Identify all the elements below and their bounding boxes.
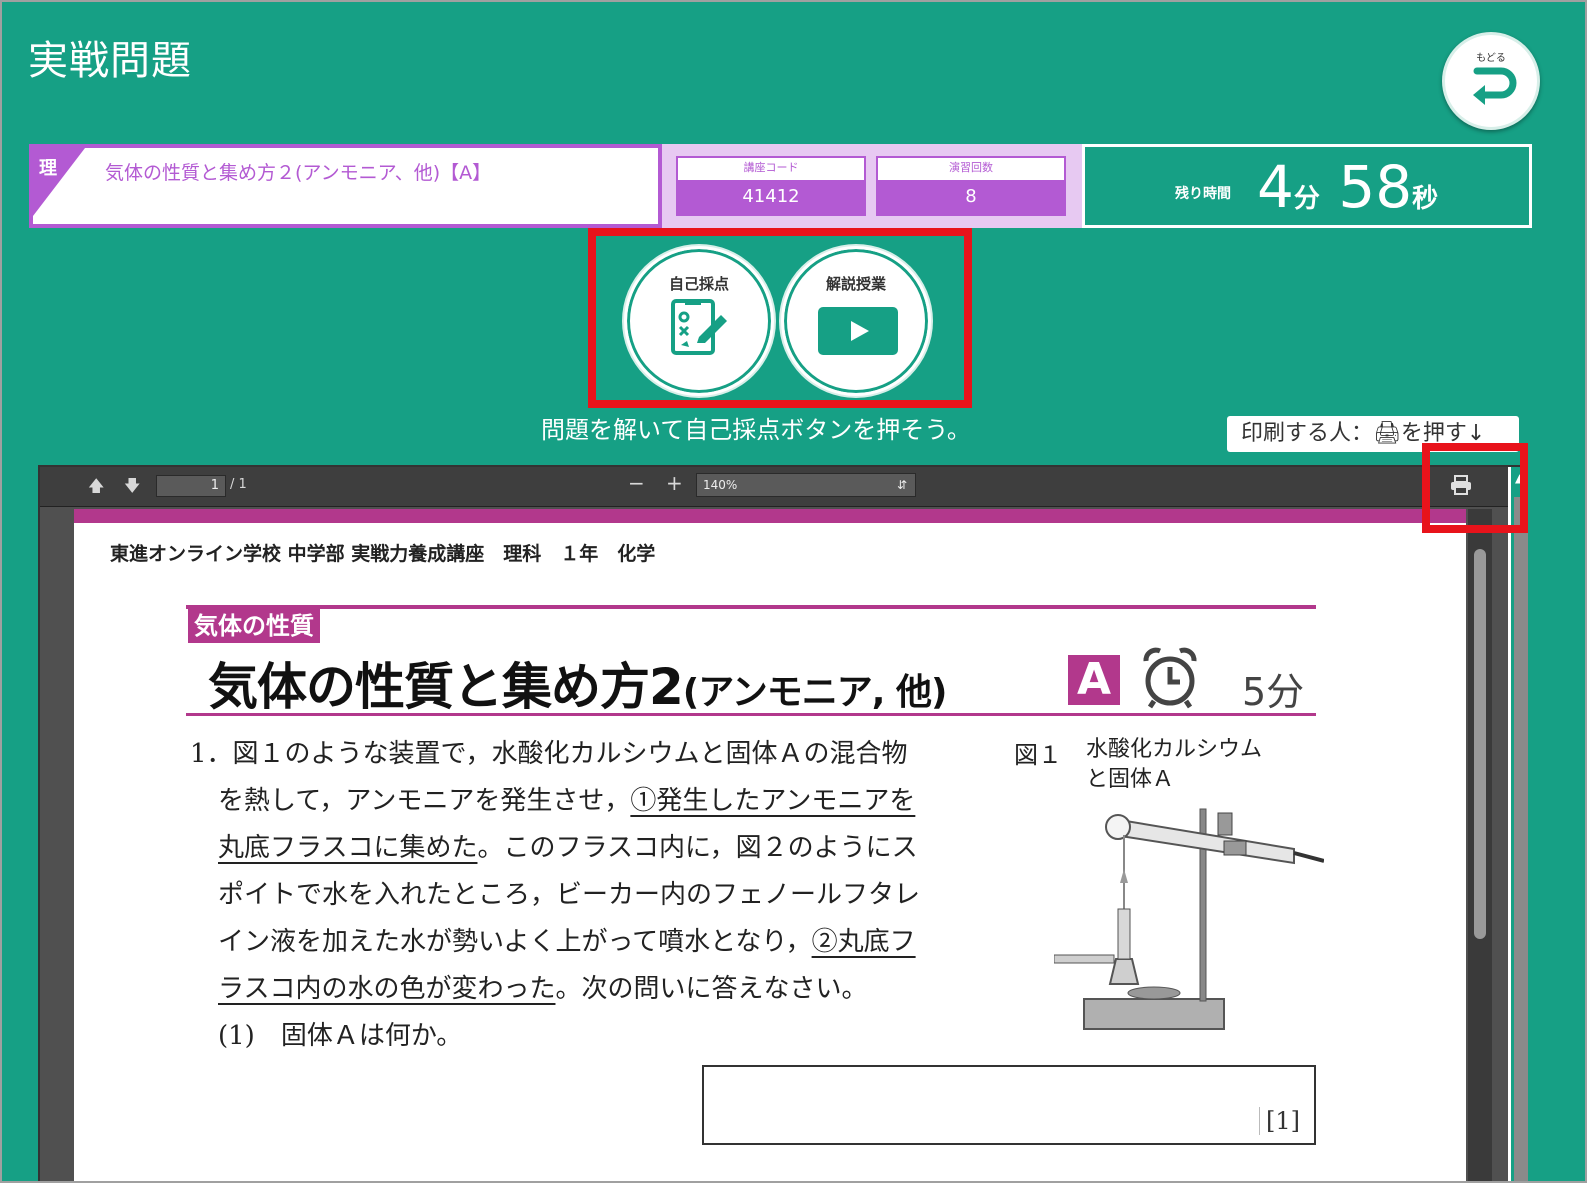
remaining-time: 残り時間 4分 58秒 <box>1082 144 1532 228</box>
page-total: / 1 <box>230 477 247 492</box>
zoom-select[interactable]: 140% ⇵ <box>696 473 916 497</box>
answer-number: [1] <box>1259 1107 1300 1135</box>
page-number-input[interactable]: 1 <box>156 475 226 497</box>
course-code-label: 講座コード <box>743 161 799 174</box>
problem-title-main: 気体の性質と集め方2 <box>208 658 684 716</box>
remaining-time-label: 残り時間 <box>1175 186 1231 202</box>
problem-title: 気体の性質と集め方2(アンモニア, 他) <box>208 647 948 719</box>
underline-1-cont: 丸底フラスコに集めた <box>218 833 478 863</box>
course-info-bar: 理 気体の性質と集め方２(アンモニア、他)【A】 講座コード 41412 演習回… <box>29 144 1082 228</box>
zoom-value: 140% <box>703 478 738 492</box>
return-arrow-icon <box>1473 67 1517 105</box>
question-body: 1．図１のような装置で，水酸化カルシウムと固体Ａの混合物 を熱して，アンモニアを… <box>190 731 970 1060</box>
instruction-text: 問題を解いて自己採点ボタンを押そう。 <box>541 416 971 444</box>
category-rule <box>186 605 1316 609</box>
back-button-label: もどる <box>1476 53 1506 64</box>
underline-2: ②丸底フ <box>811 927 916 957</box>
level-badge: A <box>1068 655 1120 705</box>
answer-box-1[interactable]: [1] <box>702 1065 1316 1145</box>
document-header: 東進オンライン学校 中学部 実戦力養成講座 理科 １年 化学 <box>110 543 656 565</box>
app-frame: 実戦問題 もどる 理 気体の性質と集め方２(アンモニア、他)【A】 講座コード … <box>0 0 1587 1183</box>
question-line: ラスコ内の水の色が変わった。次の問いに答えなさい。 <box>218 974 868 1004</box>
pdf-viewer: 🡅 🡇 1 / 1 − + 140% ⇵ 東進オンライン学校 中学部 実戦力養成… <box>38 465 1530 1181</box>
lab-apparatus-illustration <box>1054 808 1324 1030</box>
page-title: 実戦問題 <box>28 38 192 84</box>
page-top-band <box>74 509 1466 523</box>
question-line: 丸底フラスコに集めた。このフラスコ内に，図２のようにス <box>218 833 918 863</box>
previous-page-icon[interactable]: 🡅 <box>88 475 104 502</box>
figure-caption-line: 水酸化カルシウム <box>1086 737 1263 762</box>
alarm-clock-icon <box>1143 647 1197 709</box>
course-title: 気体の性質と集め方２(アンモニア、他)【A】 <box>105 162 492 184</box>
remaining-time-value: 4分 58秒 <box>1257 153 1438 221</box>
question-line: ポイトで水を入れたところ，ビーカー内のフェノールフタレ <box>218 880 921 910</box>
highlight-box-print <box>1422 443 1528 533</box>
practice-count-label: 演習回数 <box>949 161 993 174</box>
practice-count-badge: 演習回数 8 <box>876 156 1066 216</box>
question-line: 1．図１のような装置で，水酸化カルシウムと固体Ａの混合物 <box>190 739 908 769</box>
underline-2-cont: ラスコ内の水の色が変わった <box>218 974 556 1004</box>
course-meta: 講座コード 41412 演習回数 8 <box>658 144 1082 228</box>
question-line: を熱して，アンモニアを発生させ，①発生したアンモニアを <box>218 786 916 816</box>
highlight-box-actions <box>588 228 972 408</box>
outer-scrollbar-thumb[interactable] <box>1514 497 1528 1181</box>
pdf-scrollbar[interactable] <box>1468 509 1492 1181</box>
outer-scrollbar[interactable]: ▲ <box>1508 467 1530 1181</box>
problem-title-sub: (アンモニア, 他) <box>682 672 948 713</box>
back-button[interactable]: もどる <box>1442 32 1540 130</box>
question-line: イン液を加えた水が勢いよく上がって噴水となり，②丸底フ <box>218 927 916 957</box>
zoom-out-icon[interactable]: − <box>628 471 645 495</box>
practice-count-value: 8 <box>878 180 1064 214</box>
zoom-in-icon[interactable]: + <box>666 471 683 495</box>
timer-seconds-unit: 秒 <box>1412 184 1439 214</box>
chevron-updown-icon: ⇵ <box>896 478 907 492</box>
figure-label: 図１ <box>1014 741 1062 769</box>
sub-question-1: (1) 固体Ａは何か。 <box>218 1021 463 1051</box>
category-tag: 気体の性質 <box>188 609 320 643</box>
timer-seconds: 58 <box>1338 153 1413 221</box>
time-limit: 5分 <box>1242 670 1305 714</box>
course-code-badge: 講座コード 41412 <box>676 156 866 216</box>
underline-1: ①発生したアンモニアを <box>630 786 916 816</box>
timer-minutes: 4 <box>1257 153 1294 221</box>
pdf-toolbar: 🡅 🡇 1 / 1 − + 140% ⇵ <box>40 467 1526 507</box>
pdf-page: 東進オンライン学校 中学部 実戦力養成講座 理科 １年 化学 気体の性質 気体の… <box>74 509 1466 1181</box>
course-code-value: 41412 <box>678 180 864 214</box>
pdf-scrollbar-thumb[interactable] <box>1474 549 1486 939</box>
title-rule <box>186 713 1316 716</box>
subject-label: 理 <box>39 158 57 179</box>
next-page-icon[interactable]: 🡇 <box>124 475 140 502</box>
timer-minutes-unit: 分 <box>1293 184 1320 214</box>
